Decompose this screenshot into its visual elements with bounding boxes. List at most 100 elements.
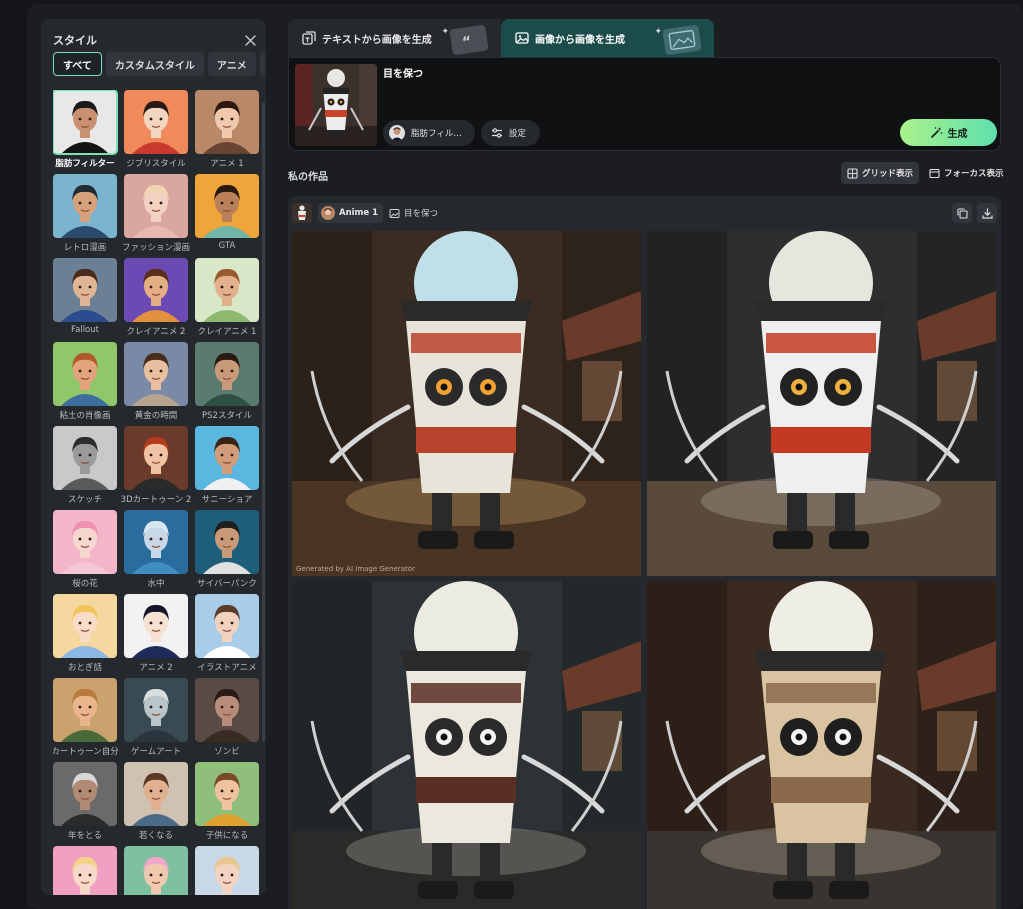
style-panel-scrollbar[interactable] [262, 102, 265, 742]
style-item[interactable]: イラストアニメ [195, 594, 259, 678]
style-item[interactable] [195, 846, 259, 895]
style-thumbnail [195, 846, 259, 895]
style-thumbnail [53, 426, 117, 490]
generated-image[interactable]: Generated by AI Image Generator [292, 231, 641, 576]
tab-decoration-image: “ [449, 24, 489, 56]
grid-view-label: グリッド表示 [862, 169, 914, 179]
filter-tab[interactable]: すべて [53, 52, 102, 76]
avatar [321, 206, 335, 220]
focus-icon [929, 168, 940, 178]
style-item[interactable]: アニメ 2 [124, 594, 188, 678]
style-label: ファッション漫画 [121, 243, 190, 253]
style-thumbnail [124, 594, 188, 658]
style-thumbnail [124, 90, 188, 154]
grid-view-button[interactable]: グリッド表示 [841, 162, 920, 184]
style-thumbnail [53, 342, 117, 406]
source-image-thumbnail[interactable] [295, 64, 377, 146]
tab-image-to-image-label: 画像から画像を生成 [535, 34, 625, 46]
style-item[interactable]: 若くなる [124, 762, 188, 846]
style-panel-title: スタイル [53, 34, 97, 47]
prompt-text[interactable]: 目を保つ [383, 65, 423, 80]
filter-tab[interactable]: カスタムスタイル [105, 52, 204, 76]
style-item[interactable]: ジブリスタイル [124, 90, 188, 174]
focus-view-button[interactable]: フォーカス表示 [923, 162, 1010, 184]
style-item[interactable] [124, 846, 188, 895]
style-item[interactable]: ゲームアート [124, 678, 188, 762]
style-item[interactable]: ゾンビ [195, 678, 259, 762]
style-item[interactable] [53, 846, 117, 895]
download-icon [981, 207, 993, 219]
style-item[interactable]: 3Dカートゥーン 2 [121, 426, 191, 510]
generate-button[interactable]: 生成 [900, 119, 997, 146]
style-item[interactable]: 粘土の肖像画 [53, 342, 117, 426]
style-label: Fallout [71, 325, 99, 335]
style-label: 黄金の時間 [134, 411, 178, 421]
style-item[interactable]: サイバーパンク [195, 510, 259, 594]
style-filter-tabs: すべてカスタムスタイルアニメ2D [53, 52, 265, 76]
tab-image-to-image[interactable]: 画像から画像を生成 ✦ [501, 19, 714, 57]
style-item[interactable]: 水中 [124, 510, 188, 594]
style-label: 年をとる [67, 831, 102, 841]
style-grid: 脂肪フィルター ジブリスタイル アニメ 1 レトロ漫画 ファッション漫画 GTA Fallo… [53, 90, 259, 895]
sliders-icon [492, 128, 502, 138]
prompt-tag-label: 目を保つ [404, 209, 439, 219]
style-thumbnail [124, 762, 188, 826]
style-item[interactable]: クレイアニメ 2 [124, 258, 188, 342]
style-thumbnail [124, 846, 188, 895]
download-button[interactable] [977, 203, 997, 223]
style-label: 脂肪フィルター [55, 159, 115, 169]
avatar [389, 125, 405, 141]
style-item[interactable]: PS2スタイル [195, 342, 259, 426]
style-item[interactable]: GTA [195, 174, 259, 258]
style-item[interactable]: カートゥーン自分 [53, 678, 119, 762]
style-item[interactable]: クレイアニメ 1 [195, 258, 259, 342]
style-item[interactable]: 黄金の時間 [124, 342, 188, 426]
style-item[interactable]: アニメ 1 [195, 90, 259, 174]
generated-image[interactable] [292, 581, 641, 909]
filter-tab[interactable]: アニメ [207, 52, 256, 76]
close-icon[interactable] [243, 33, 257, 47]
style-label: スケッチ [67, 495, 102, 505]
generated-image[interactable] [647, 231, 996, 576]
tab-text-to-image[interactable]: テキストから画像を生成 ✦ “ [288, 19, 501, 57]
style-item[interactable]: ファッション漫画 [122, 174, 190, 258]
svg-text:“: “ [461, 34, 472, 51]
selected-style-chip[interactable]: 脂肪フィル… [383, 120, 475, 146]
style-item[interactable]: 桜の花 [53, 510, 117, 594]
style-label: ゾンビ [214, 747, 240, 757]
style-thumbnail [195, 174, 259, 238]
filter-tab[interactable]: 2D [259, 52, 265, 76]
style-label: イラストアニメ [197, 663, 257, 673]
style-thumbnail [53, 258, 117, 322]
style-item[interactable]: サニーショア [195, 426, 259, 510]
style-item[interactable]: 子供になる [195, 762, 259, 846]
grid-icon [847, 167, 858, 179]
settings-button[interactable]: 設定 [481, 120, 540, 146]
style-item[interactable]: 脂肪フィルター [53, 90, 118, 174]
style-thumbnail [124, 258, 188, 322]
style-item[interactable]: レトロ漫画 [53, 174, 117, 258]
generated-image-grid: Generated by AI Image Generator [292, 231, 997, 909]
style-thumbnail [195, 342, 259, 406]
tab-text-to-image-label: テキストから画像を生成 [322, 34, 432, 46]
style-item[interactable]: 年をとる [53, 762, 117, 846]
style-label: カートゥーン自分 [53, 747, 119, 757]
style-label: アニメ 2 [139, 663, 173, 673]
style-label: 3Dカートゥーン 2 [120, 495, 192, 505]
style-label: 子供になる [205, 831, 249, 841]
style-thumbnail [53, 594, 117, 658]
generated-image[interactable] [647, 581, 996, 909]
style-tag[interactable]: Anime 1 [318, 203, 384, 223]
style-item[interactable]: スケッチ [53, 426, 117, 510]
style-item[interactable]: Fallout [53, 258, 117, 342]
style-label: PS2スタイル [202, 411, 252, 421]
generate-label: 生成 [947, 129, 968, 140]
style-thumbnail [195, 258, 259, 322]
source-image-mini-thumbnail[interactable] [292, 203, 312, 223]
copy-button[interactable] [952, 203, 972, 223]
style-label: 粘土の肖像画 [59, 411, 111, 421]
settings-label: 設定 [509, 129, 527, 139]
style-thumbnail [195, 90, 259, 154]
style-item[interactable]: おとぎ話 [53, 594, 117, 678]
selected-style-label: 脂肪フィル… [411, 129, 462, 139]
